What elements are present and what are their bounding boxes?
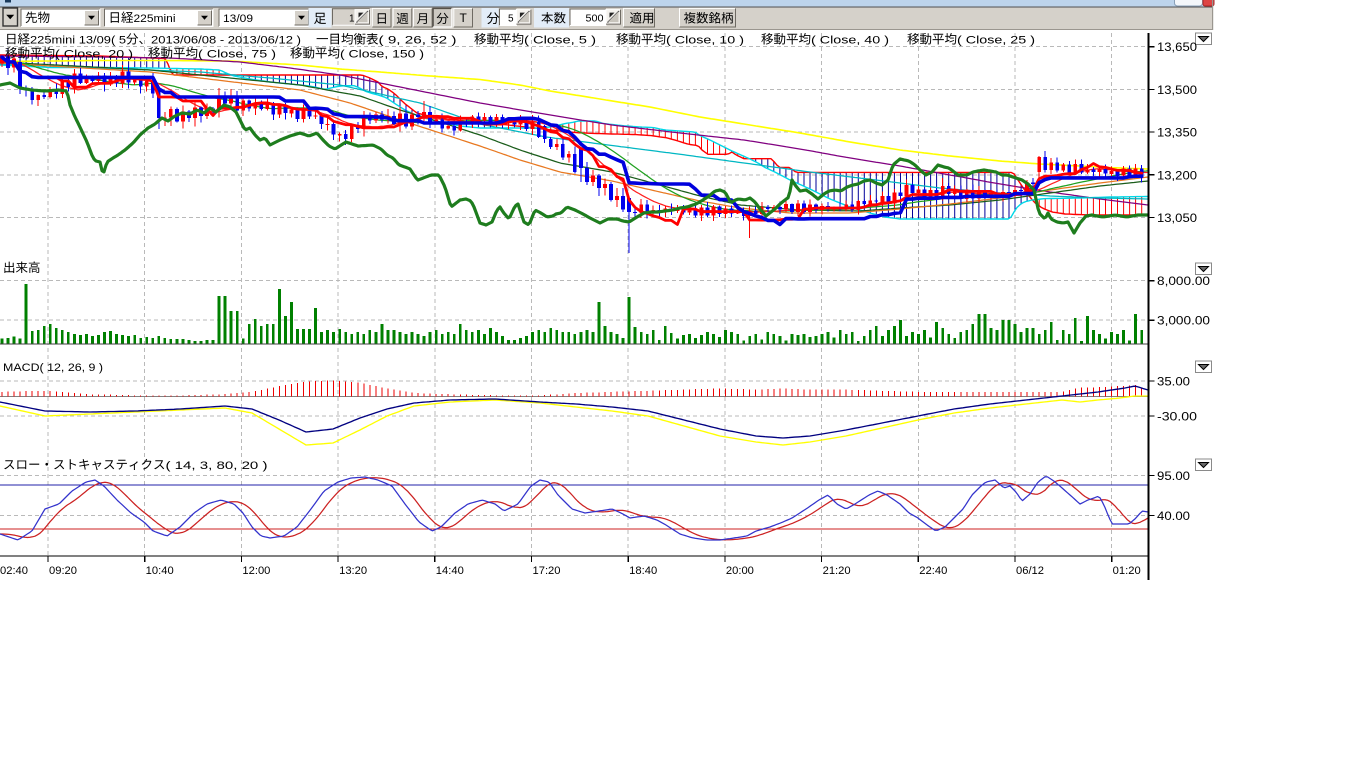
- svg-text:13,050: 13,050: [1157, 213, 1197, 225]
- svg-text:40.00: 40.00: [1157, 511, 1190, 523]
- svg-text:13,350: 13,350: [1157, 128, 1197, 140]
- svg-text:8,000.00: 8,000.00: [1157, 276, 1210, 288]
- svg-text:18:40: 18:40: [629, 565, 657, 577]
- svg-text:( Close, 75 ): ( Close, 75 ): [198, 49, 276, 61]
- svg-text:17:20: 17:20: [533, 565, 561, 577]
- svg-text:35.00: 35.00: [1157, 377, 1190, 389]
- svg-text:5: 5: [508, 14, 514, 25]
- svg-text:( Close, 5 ): ( Close, 5 ): [524, 35, 596, 47]
- svg-text:-30.00: -30.00: [1157, 412, 1197, 424]
- svg-text:MACD( 12, 26, 9 ): MACD( 12, 26, 9 ): [3, 362, 103, 374]
- svg-text:06/12: 06/12: [1016, 565, 1044, 577]
- svg-text:225mini: 225mini: [134, 13, 176, 25]
- svg-text:( Close, 20 ): ( Close, 20 ): [55, 49, 133, 61]
- svg-text:02:40: 02:40: [0, 565, 28, 577]
- svg-text:20:00: 20:00: [726, 565, 754, 577]
- svg-text:2013/06/08 - 2013/06/12 ): 2013/06/08 - 2013/06/12 ): [151, 35, 301, 47]
- svg-text:95.00: 95.00: [1157, 471, 1190, 483]
- svg-text:( 9, 26, 52 ): ( 9, 26, 52 ): [379, 35, 457, 47]
- svg-text:3,000.00: 3,000.00: [1157, 316, 1210, 328]
- svg-text:01:20: 01:20: [1113, 565, 1141, 577]
- svg-text:500: 500: [586, 14, 604, 25]
- svg-text:( Close, 40 ): ( Close, 40 ): [811, 35, 889, 47]
- svg-text:( Close, 150 ): ( Close, 150 ): [340, 49, 424, 61]
- svg-text:( 14, 3, 80, 20 ): ( 14, 3, 80, 20 ): [166, 460, 268, 472]
- svg-text:13,650: 13,650: [1157, 42, 1197, 54]
- svg-text:13/09: 13/09: [223, 13, 253, 25]
- svg-text:13,500: 13,500: [1157, 85, 1197, 97]
- svg-text:22:40: 22:40: [919, 565, 947, 577]
- svg-text:14:40: 14:40: [436, 565, 464, 577]
- svg-text:13:20: 13:20: [339, 565, 367, 577]
- svg-text:13,200: 13,200: [1157, 170, 1197, 182]
- svg-text:12:00: 12:00: [242, 565, 270, 577]
- svg-text:09:20: 09:20: [49, 565, 77, 577]
- svg-text:10:40: 10:40: [146, 565, 174, 577]
- svg-text:1: 1: [349, 14, 355, 25]
- svg-text:T: T: [460, 11, 468, 25]
- svg-text:21:20: 21:20: [823, 565, 851, 577]
- svg-text:( Close, 10 ): ( Close, 10 ): [666, 35, 744, 47]
- svg-text:225mini 13/09( 5: 225mini 13/09( 5: [30, 35, 126, 47]
- svg-text:( Close, 25 ): ( Close, 25 ): [957, 35, 1035, 47]
